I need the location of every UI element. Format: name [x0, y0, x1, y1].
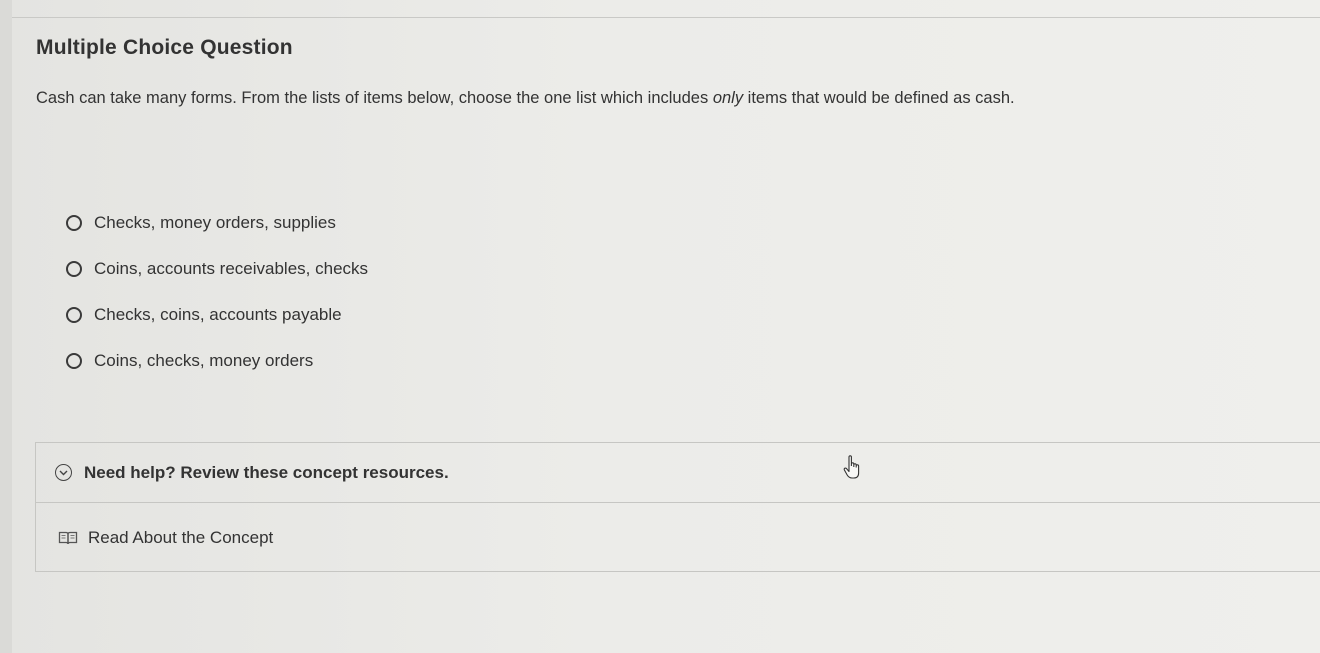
read-concept-row[interactable]: Read About the Concept	[36, 503, 1320, 573]
prompt-text-end: items that would be defined as cash.	[743, 89, 1015, 107]
answer-option[interactable]: Checks, money orders, supplies	[66, 200, 368, 246]
option-label: Coins, checks, money orders	[94, 351, 314, 370]
question-page: Multiple Choice Question Cash can take m…	[0, 0, 1320, 653]
question-title: Multiple Choice Question	[36, 36, 293, 59]
option-label: Checks, coins, accounts payable	[94, 305, 342, 324]
answer-option[interactable]: Coins, checks, money orders	[66, 338, 368, 384]
chevron-down-circle-icon[interactable]	[55, 464, 72, 481]
top-divider	[12, 17, 1320, 18]
concept-resources-panel: Need help? Review these concept resource…	[35, 442, 1320, 572]
answer-option[interactable]: Checks, coins, accounts payable	[66, 292, 368, 338]
hand-pointer-icon	[843, 455, 863, 486]
radio-button[interactable]	[66, 261, 82, 277]
radio-button[interactable]	[66, 215, 82, 231]
read-about-concept-link[interactable]: Read About the Concept	[88, 528, 273, 548]
left-edge	[0, 0, 12, 653]
prompt-emphasis: only	[712, 89, 744, 107]
option-label: Coins, accounts receivables, checks	[94, 259, 369, 278]
answer-options: Checks, money orders, supplies Coins, ac…	[66, 200, 368, 384]
question-prompt: Cash can take many forms. From the lists…	[36, 89, 1015, 108]
radio-button[interactable]	[66, 307, 82, 323]
radio-button[interactable]	[66, 353, 82, 369]
concept-resources-toggle[interactable]: Need help? Review these concept resource…	[36, 443, 1320, 503]
prompt-text-start: Cash can take many forms. From the lists…	[36, 89, 713, 107]
concept-resources-title: Need help? Review these concept resource…	[84, 462, 449, 482]
option-label: Checks, money orders, supplies	[94, 213, 336, 232]
answer-option[interactable]: Coins, accounts receivables, checks	[66, 246, 368, 292]
book-icon	[58, 530, 78, 546]
